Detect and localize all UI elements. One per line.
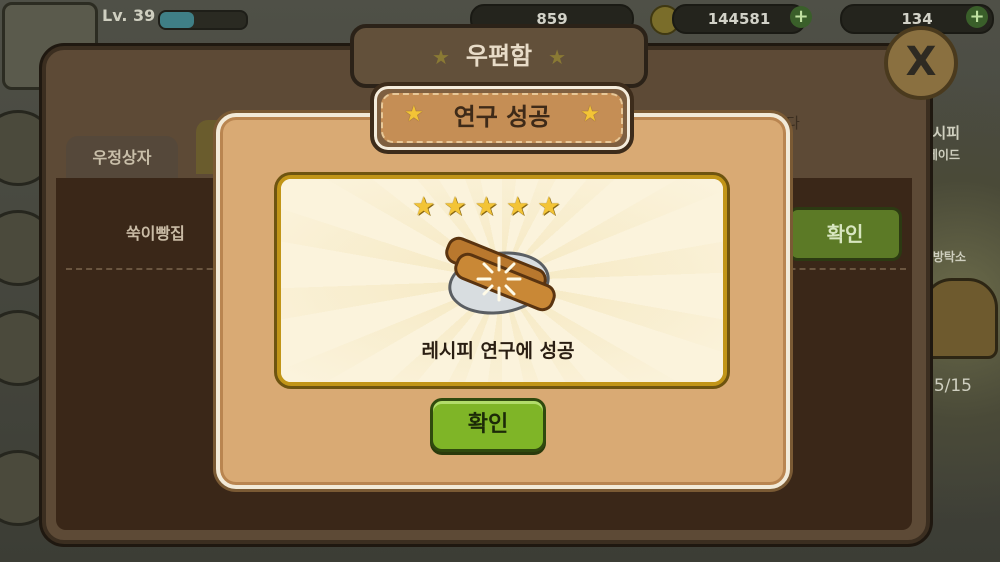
mail-confirm-button[interactable]: 확인 (788, 207, 902, 261)
side-label-recipe: 시피 (932, 124, 960, 142)
reward-message: 레시피 연구에 성공 (421, 340, 575, 362)
sparkle-icon (476, 256, 522, 302)
player-level: Lv. 39 (102, 6, 156, 25)
rating-star-icon: ★ (412, 192, 436, 222)
exp-bar (158, 10, 248, 30)
star-icon: ★ (580, 102, 600, 127)
rating-star-icon: ★ (474, 192, 498, 222)
add-coin-button[interactable]: + (790, 6, 812, 28)
confirm-button[interactable]: 확인 (430, 398, 546, 452)
mailbox-title-text: 우편함 (465, 42, 533, 70)
star-icon: ★ (548, 45, 567, 69)
star-icon: ★ (404, 102, 424, 127)
exp-fill (160, 12, 195, 28)
mail-sender: 쑥이빵집 (126, 224, 185, 243)
coin-count: 144581 (707, 10, 771, 28)
dialog-title-banner: 연구 성공 ★ ★ (370, 82, 634, 154)
star-icon: ★ (431, 45, 450, 69)
rating-stars: ★ ★ ★ ★ ★ (412, 193, 582, 223)
side-label-shop: 방탁소 (932, 250, 966, 264)
cat-icon[interactable] (922, 278, 998, 359)
add-gem-button[interactable]: + (966, 6, 988, 28)
tab-friend-box[interactable]: 우정상자 (66, 136, 178, 178)
rating-star-icon: ★ (505, 192, 530, 222)
rating-star-icon: ★ (537, 192, 561, 222)
close-button[interactable]: X (884, 26, 958, 100)
coin-currency: 144581 (672, 4, 806, 34)
quest-count: 5/15 (933, 376, 972, 396)
rating-star-icon: ★ (443, 192, 467, 222)
side-label-raid: 레이드 (926, 148, 960, 162)
mailbox-title: ★ 우편함 ★ (350, 24, 648, 88)
